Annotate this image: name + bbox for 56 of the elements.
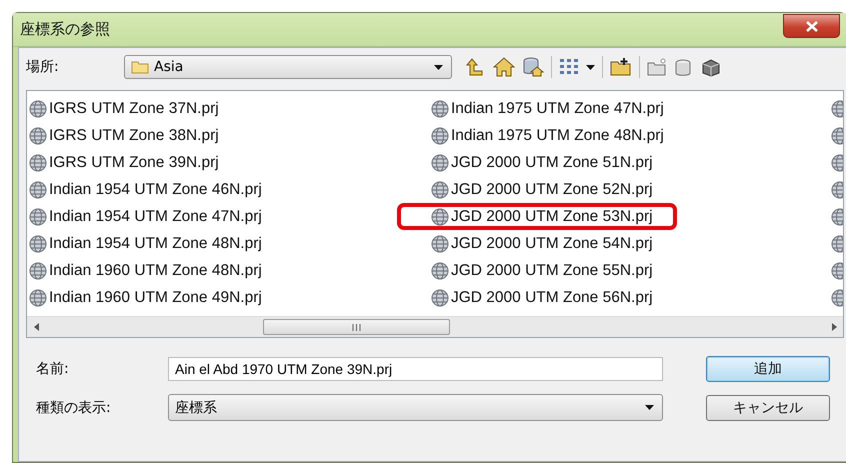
- list-view-icon[interactable]: [559, 58, 579, 76]
- close-icon: [806, 20, 818, 32]
- file-type-dropdown[interactable]: 座標系: [168, 394, 663, 421]
- file-item[interactable]: Indian 1960 UTM Zone 49N.prj: [27, 284, 262, 311]
- file-item[interactable]: JGD 2000 UTM Zone 52N.prj: [429, 176, 653, 203]
- location-dropdown[interactable]: Asia: [124, 55, 452, 79]
- globe-icon: [431, 208, 449, 226]
- caret-icon: [434, 64, 443, 70]
- file-item[interactable]: Indian 1954 UTM Zone 47N.prj: [27, 203, 262, 230]
- globe-icon: [431, 126, 449, 144]
- left-arrow-icon[interactable]: [34, 323, 38, 331]
- file-item[interactable]: Indian 1975 UTM Zone 47N.prj: [429, 95, 664, 122]
- globe-icon: [431, 100, 449, 118]
- name-label: 名前:: [36, 360, 70, 378]
- right-arrow-icon[interactable]: [832, 323, 836, 331]
- globe-icon: [29, 154, 47, 172]
- file-item[interactable]: JGD 2000 UTM Zone 55N.prj: [429, 257, 653, 284]
- file-item[interactable]: JGD 2000 UTM Zone 51N.prj: [429, 149, 653, 176]
- globe-icon: [29, 234, 47, 252]
- file-item[interactable]: JGD 2000 UTM Zone 53N.prj: [397, 203, 677, 230]
- globe-icon: [29, 262, 47, 280]
- globe-icon: [29, 180, 47, 198]
- cancel-button[interactable]: キャンセル: [706, 394, 830, 420]
- globe-icon: [431, 154, 449, 172]
- home-icon[interactable]: [493, 57, 515, 77]
- file-item[interactable]: IGRS UTM Zone 38N.prj: [27, 122, 219, 149]
- file-item[interactable]: JGD 2000 UTM Zone 54N.prj: [429, 230, 653, 257]
- folder-icon: [131, 60, 149, 74]
- add-button[interactable]: 追加: [706, 356, 830, 382]
- horizontal-scrollbar[interactable]: [27, 316, 843, 337]
- file-item[interactable]: Indian 1954 UTM Zone 48N.prj: [27, 230, 262, 257]
- globe-icon: [29, 100, 47, 118]
- file-item[interactable]: Indian 1960 UTM Zone 48N.prj: [27, 257, 262, 284]
- grip-icon: [352, 324, 361, 330]
- window-title: 座標系の参照: [20, 20, 110, 39]
- globe-icon: [29, 208, 47, 226]
- database-home-icon[interactable]: [522, 57, 544, 77]
- file-item[interactable]: JGD 2000 UTM Zone 56N.prj: [429, 284, 653, 311]
- globe-icon: [29, 126, 47, 144]
- file-item[interactable]: Indian 1975 UTM Zone 48N.prj: [429, 122, 664, 149]
- new-folder-icon[interactable]: [610, 57, 632, 77]
- file-item[interactable]: Indian 1954 UTM Zone 46N.prj: [27, 176, 262, 203]
- name-field[interactable]: Ain el Abd 1970 UTM Zone 39N.prj: [168, 357, 663, 381]
- file-type-label: 種類の表示:: [36, 398, 112, 416]
- globe-icon: [29, 288, 47, 306]
- globe-icon: [431, 180, 449, 198]
- scrollbar-thumb[interactable]: [263, 319, 450, 335]
- file-item[interactable]: IGRS UTM Zone 39N.prj: [27, 149, 219, 176]
- globe-icon: [431, 262, 449, 280]
- caret-icon: [645, 405, 654, 410]
- caret-icon: [586, 64, 595, 70]
- globe-icon: [431, 234, 449, 252]
- file-item[interactable]: IGRS UTM Zone 37N.prj: [27, 95, 219, 122]
- globe-icon: [431, 288, 449, 306]
- location-label: 場所:: [26, 58, 60, 76]
- close-button[interactable]: [783, 14, 840, 38]
